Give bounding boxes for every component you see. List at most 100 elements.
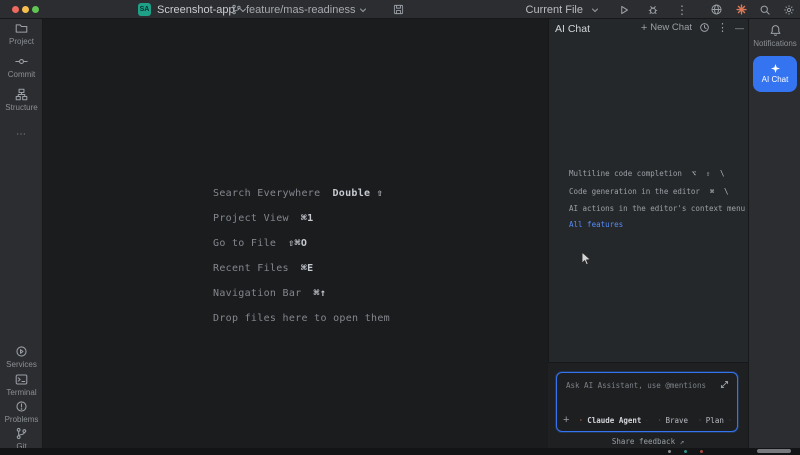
settings-gear-icon[interactable] bbox=[783, 4, 795, 16]
feature-label: Multiline code completion bbox=[569, 169, 682, 178]
more-tool-windows-icon[interactable]: ⋯ bbox=[0, 129, 43, 140]
chat-panel-title: AI Chat bbox=[555, 23, 590, 35]
ai-assistant-icon[interactable] bbox=[710, 3, 723, 16]
sidebar-label-services: Services bbox=[6, 360, 37, 369]
run-icon[interactable] bbox=[618, 4, 630, 16]
plan-mode-label[interactable]: Plan bbox=[706, 416, 724, 425]
shortcut-row: Search Everywhere Double ⇧ bbox=[213, 188, 383, 199]
drop-hint-row: Drop files here to open them bbox=[213, 313, 390, 324]
dock-dot bbox=[700, 450, 703, 453]
shortcut-keys: ⌘1 bbox=[301, 213, 314, 224]
shortcut-row: Recent Files ⌘E bbox=[213, 263, 314, 274]
browser-tool-label[interactable]: Brave bbox=[665, 416, 688, 425]
shortcut-label: Search Everywhere bbox=[213, 188, 320, 199]
feature-label: Code generation in the editor bbox=[569, 187, 700, 196]
project-name: Screenshot-app bbox=[157, 4, 235, 16]
app-logo: SA bbox=[138, 3, 151, 16]
chat-header-actions: + New Chat ⋮ — bbox=[641, 22, 744, 33]
shortcut-label: Project View bbox=[213, 213, 289, 224]
sidebar-label-ai-chat: AI Chat bbox=[761, 75, 789, 84]
feature-row: Code generation in the editor ⌘ \ bbox=[569, 187, 729, 196]
debug-icon[interactable] bbox=[647, 4, 659, 16]
plus-icon: + bbox=[641, 23, 647, 33]
ai-sparkle-icon bbox=[770, 63, 781, 74]
feature-keys: ⌥ ⇧ \ bbox=[692, 169, 725, 178]
shortcut-label: Recent Files bbox=[213, 263, 289, 274]
more-actions-icon[interactable]: ⋮ bbox=[676, 5, 688, 15]
shortcut-row: Navigation Bar ⌘↑ bbox=[213, 288, 326, 299]
new-chat-label: New Chat bbox=[650, 22, 692, 33]
chat-input-toolbar: + Claude Agent Brave Plan bbox=[563, 414, 731, 426]
chevron-down-icon bbox=[646, 417, 647, 424]
bottom-edge-strip bbox=[0, 448, 800, 455]
dock-dot bbox=[684, 450, 687, 453]
drop-hint-label: Drop files here to open them bbox=[213, 313, 390, 324]
sidebar-label-commit: Commit bbox=[8, 70, 36, 79]
sidebar-item-commit[interactable]: Commit bbox=[0, 55, 43, 79]
left-tool-strip: Project Commit Structure ⋯ Services Term… bbox=[0, 19, 43, 449]
terminal-icon bbox=[15, 373, 28, 386]
shortcut-keys: ⇧⌘O bbox=[288, 238, 307, 249]
vcs-branch-selector[interactable]: feature/mas-readiness bbox=[231, 0, 404, 19]
git-branch-icon bbox=[231, 4, 242, 15]
chat-input-box[interactable]: Ask AI Assistant, use @mentions + Claude… bbox=[556, 372, 738, 432]
search-icon[interactable] bbox=[759, 4, 771, 16]
shortcut-label: Go to File bbox=[213, 238, 276, 249]
claude-icon bbox=[580, 415, 582, 425]
expand-icon[interactable] bbox=[720, 380, 729, 389]
window-zoom-button[interactable] bbox=[32, 6, 39, 13]
hide-panel-icon[interactable]: — bbox=[735, 23, 744, 33]
plan-mode-icon bbox=[699, 415, 701, 425]
right-tool-strip: Notifications AI Chat bbox=[748, 19, 800, 449]
git-branch-icon bbox=[15, 427, 28, 440]
shortcut-keys: Double ⇧ bbox=[332, 188, 383, 199]
chat-input-area: Ask AI Assistant, use @mentions + Claude… bbox=[548, 362, 748, 448]
editor-empty-state: Search Everywhere Double ⇧ Project View … bbox=[44, 19, 548, 449]
shortcut-keys: ⌘↑ bbox=[314, 288, 327, 299]
all-features-link[interactable]: All features bbox=[569, 220, 623, 229]
history-clock-icon[interactable] bbox=[699, 22, 710, 33]
sidebar-label-terminal: Terminal bbox=[6, 388, 36, 397]
attach-plus-icon[interactable]: + bbox=[563, 415, 569, 425]
feature-row: Multiline code completion ⌥ ⇧ \ bbox=[569, 169, 724, 178]
sidebar-label-problems: Problems bbox=[5, 415, 39, 424]
mouse-cursor bbox=[581, 251, 592, 267]
dock-fragment bbox=[757, 449, 791, 453]
titlebar-actions: Current File ⋮ bbox=[526, 0, 795, 19]
send-icon[interactable] bbox=[729, 414, 731, 426]
commit-icon bbox=[15, 55, 28, 68]
titlebar: SA Screenshot-app feature/mas-readiness … bbox=[0, 0, 800, 19]
ide-window: SA Screenshot-app feature/mas-readiness … bbox=[0, 0, 800, 455]
chat-input-placeholder: Ask AI Assistant, use @mentions bbox=[566, 381, 706, 390]
folder-icon bbox=[15, 22, 28, 35]
sidebar-item-services[interactable]: Services bbox=[0, 345, 43, 369]
feature-row: AI actions in the editor's context menu bbox=[569, 204, 745, 213]
sidebar-item-notifications[interactable]: Notifications bbox=[749, 24, 800, 48]
sidebar-item-project[interactable]: Project bbox=[0, 22, 43, 46]
new-chat-button[interactable]: + New Chat bbox=[641, 22, 692, 33]
bell-icon bbox=[769, 24, 782, 37]
window-close-button[interactable] bbox=[12, 6, 19, 13]
services-icon bbox=[15, 345, 28, 358]
chat-more-icon[interactable]: ⋮ bbox=[717, 23, 728, 33]
branch-name: feature/mas-readiness bbox=[246, 4, 355, 16]
shortcut-keys: ⌘E bbox=[301, 263, 314, 274]
sidebar-item-terminal[interactable]: Terminal bbox=[0, 373, 43, 397]
structure-icon bbox=[15, 88, 28, 101]
feature-keys: ⌘ \ bbox=[710, 187, 729, 196]
run-configuration-selector[interactable]: Current File bbox=[526, 4, 583, 16]
browser-tool-icon bbox=[659, 415, 661, 425]
sidebar-label-project: Project bbox=[9, 37, 34, 46]
shortcut-row: Project View ⌘1 bbox=[213, 213, 314, 224]
problems-icon bbox=[15, 400, 28, 413]
dock-dot bbox=[668, 450, 671, 453]
save-icon[interactable] bbox=[393, 4, 404, 15]
sidebar-item-structure[interactable]: Structure bbox=[0, 88, 43, 112]
feature-label: AI actions in the editor's context menu bbox=[569, 204, 745, 213]
claude-icon[interactable] bbox=[736, 4, 747, 15]
sidebar-item-problems[interactable]: Problems bbox=[0, 400, 43, 424]
window-minimize-button[interactable] bbox=[22, 6, 29, 13]
model-selector[interactable]: Claude Agent bbox=[587, 416, 641, 425]
sidebar-item-ai-chat-active[interactable]: AI Chat bbox=[753, 56, 797, 92]
share-feedback-link[interactable]: Share feedback ↗ bbox=[548, 437, 748, 446]
